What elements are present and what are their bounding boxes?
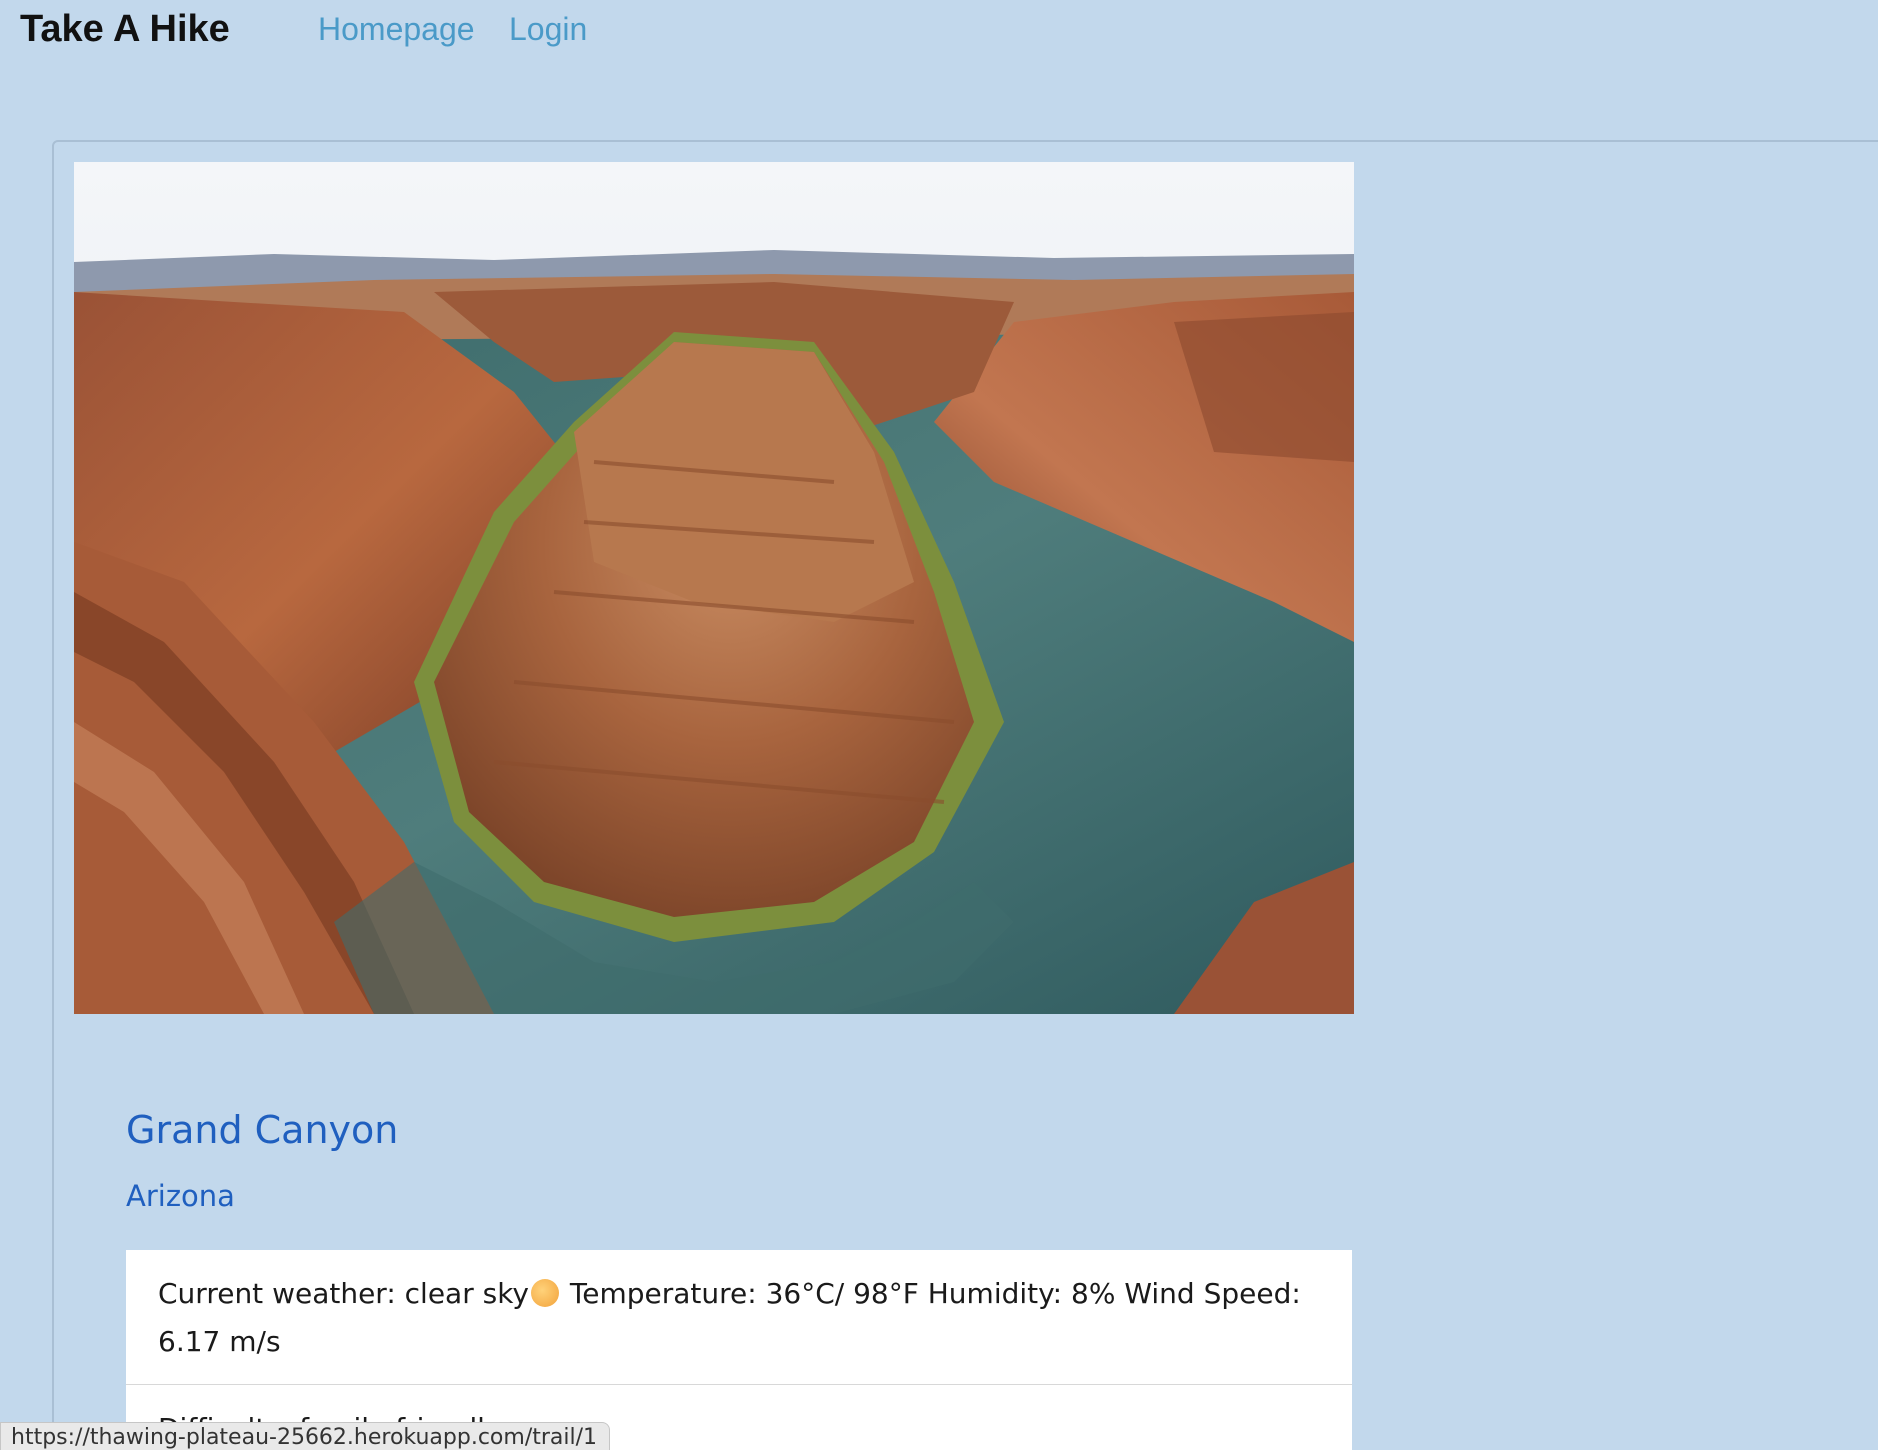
trail-details-list: Current weather: clear sky Temperature: … xyxy=(126,1250,1352,1450)
trail-image xyxy=(74,162,1354,1014)
brand-logo[interactable]: Take A Hike xyxy=(20,4,230,54)
weather-prefix: Current weather: clear sky xyxy=(158,1277,529,1310)
nav-link-homepage[interactable]: Homepage xyxy=(318,6,475,52)
trail-state-link[interactable]: Arizona xyxy=(126,1174,235,1218)
browser-status-bar: https://thawing-plateau-25662.herokuapp.… xyxy=(0,1422,611,1450)
navbar: Take A Hike Homepage Login xyxy=(0,0,1878,64)
sun-icon xyxy=(531,1279,559,1307)
trail-name-link[interactable]: Grand Canyon xyxy=(126,1102,398,1158)
nav-link-login[interactable]: Login xyxy=(509,6,587,52)
weather-info: Current weather: clear sky Temperature: … xyxy=(126,1250,1352,1385)
